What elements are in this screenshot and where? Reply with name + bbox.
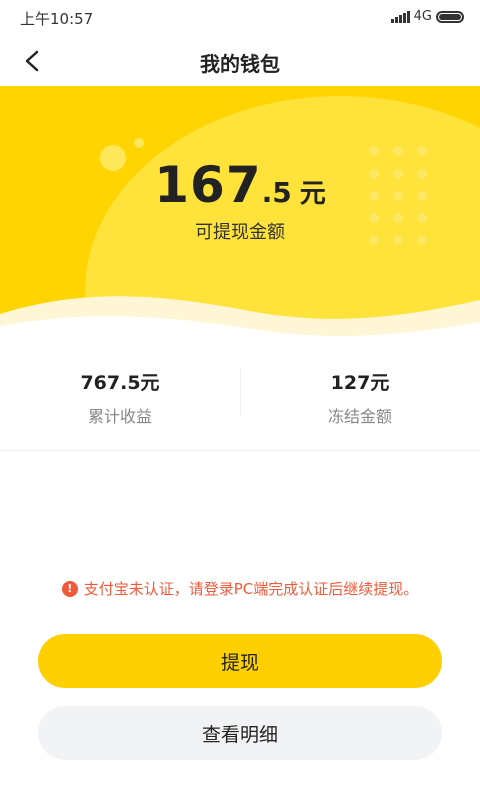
status-time: 上午10:57 xyxy=(20,10,94,28)
view-details-button-label: 查看明细 xyxy=(201,723,278,746)
stat-total-earnings: 767.5元 累计收益 xyxy=(0,356,240,450)
balance-decimal: .5 xyxy=(261,176,292,209)
stat-label: 冻结金额 xyxy=(327,407,392,426)
stat-frozen-amount: 127元 冻结金额 xyxy=(240,356,480,450)
page-title: 我的钱包 xyxy=(200,52,280,76)
status-bar: 上午10:57 4G xyxy=(0,0,480,36)
withdraw-button[interactable]: 提现 xyxy=(38,634,442,688)
stat-label: 累计收益 xyxy=(87,407,152,426)
warning-text: 支付宝未认证，请登录PC端完成认证后继续提现。 xyxy=(83,580,419,598)
header: 我的钱包 xyxy=(0,36,480,86)
info-icon: ! xyxy=(61,580,78,597)
status-indicators: 4G xyxy=(390,9,464,24)
balance-hero: 167.5 元 可提现金额 xyxy=(0,86,480,356)
stat-value: 127元 xyxy=(330,372,390,394)
stats-row: 767.5元 累计收益 127元 冻结金额 xyxy=(0,356,480,451)
battery-icon xyxy=(436,10,464,23)
signal-icon xyxy=(390,10,410,23)
balance-unit: 元 xyxy=(299,179,326,209)
alipay-warning: ! 支付宝未认证，请登录PC端完成认证后继续提现。 xyxy=(0,578,480,599)
balance-amount: 167.5 元 xyxy=(0,156,480,214)
balance-integer: 167 xyxy=(154,156,262,214)
stat-value: 767.5元 xyxy=(80,372,160,394)
withdraw-button-label: 提现 xyxy=(220,651,259,674)
network-type: 4G xyxy=(413,9,432,24)
balance-label: 可提现金额 xyxy=(195,222,285,243)
view-details-button[interactable]: 查看明细 xyxy=(38,706,442,760)
